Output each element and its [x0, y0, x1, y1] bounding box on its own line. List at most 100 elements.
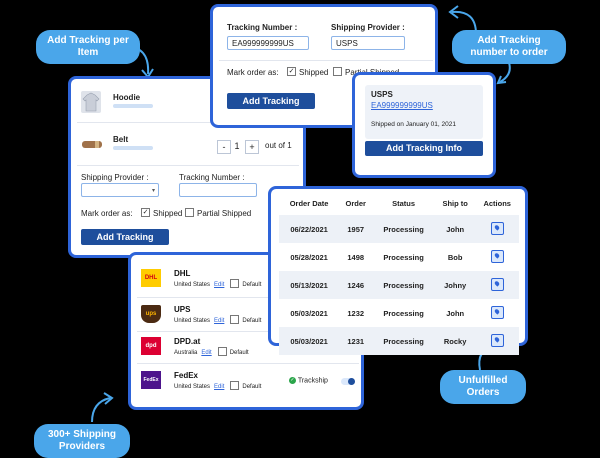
column-header: Order: [345, 198, 366, 208]
provider-row-fedex[interactable]: FedEx FedEx United States Edit Default ✓ T…: [141, 371, 361, 393]
divider: [77, 165, 299, 166]
column-header: Order Date: [289, 198, 329, 208]
tracking-info-panel: USPS EA999999999US Shipped on January 01…: [352, 72, 496, 178]
provider-name: FedEx: [174, 371, 199, 380]
table-row[interactable]: 05/28/2021 1498 Processing Bob: [279, 243, 519, 271]
table-row[interactable]: 05/03/2021 1232 Processing John: [279, 299, 519, 327]
ship-to: Johny: [434, 271, 476, 299]
provider-country: United States: [174, 282, 211, 289]
add-tracking-info-button[interactable]: Add Tracking Info: [365, 141, 483, 156]
shipped-checkbox[interactable]: ✓ Shipped: [287, 67, 329, 77]
divider: [219, 60, 433, 61]
ship-to: Bob: [447, 252, 463, 262]
arrow-icon: [91, 392, 114, 423]
order-date: 05/28/2021: [290, 252, 328, 262]
provider-meta: United States Edit Default: [174, 381, 261, 391]
shipping-provider-select[interactable]: ▾: [81, 183, 159, 197]
edit-link[interactable]: Edit: [214, 384, 224, 390]
location-pin-icon[interactable]: [490, 305, 504, 319]
checkbox-empty-icon: [333, 67, 342, 77]
edit-link[interactable]: Edit: [214, 282, 224, 288]
location-pin-icon[interactable]: [490, 249, 504, 263]
arrow-icon: [448, 5, 477, 35]
qty-minus-button[interactable]: -: [217, 140, 231, 154]
check-circle-icon: ✓: [289, 377, 296, 384]
location-pin-icon[interactable]: [490, 333, 504, 347]
edit-link[interactable]: Edit: [201, 350, 211, 356]
item-name: Belt: [113, 135, 129, 144]
default-label: Default: [242, 318, 262, 325]
ship-to: John: [434, 215, 476, 243]
default-label: Default: [229, 350, 249, 357]
checkbox-empty-icon: [185, 208, 194, 218]
location-pin-icon[interactable]: [490, 277, 504, 291]
trackship-toggle[interactable]: [341, 378, 355, 385]
shipped-checkbox[interactable]: ✓ Shipped: [141, 208, 183, 218]
provider-country: United States: [174, 318, 211, 325]
default-checkbox[interactable]: Default: [230, 381, 261, 390]
tracking-link[interactable]: EA999999999US: [371, 101, 433, 110]
ship-to: John: [446, 308, 465, 318]
provider-meta: United States Edit Default: [174, 315, 262, 325]
default-label: Default: [242, 282, 262, 289]
provider-country: Australia: [174, 350, 198, 357]
checkbox-empty-icon: [230, 315, 240, 324]
shipping-provider-label: Shipping Provider :: [81, 173, 149, 182]
order-number[interactable]: 1232: [339, 299, 372, 327]
provider-meta: United States Edit Default: [174, 279, 262, 289]
shipping-provider-input[interactable]: USPS: [331, 36, 405, 50]
order-status: Processing: [383, 252, 424, 262]
column-header: Ship to: [442, 198, 468, 208]
mark-order-label: Mark order as:: [81, 209, 133, 218]
shipping-provider-label: Shipping Provider :: [331, 23, 405, 32]
order-status: Processing: [372, 271, 435, 299]
table-row[interactable]: 05/13/2021 1246 Processing Johny: [279, 271, 519, 299]
table-row[interactable]: 06/22/2021 1957 Processing John: [279, 215, 519, 243]
checkbox-empty-icon: [230, 381, 240, 390]
column-header: Actions: [483, 198, 511, 208]
provider-name: UPS: [174, 305, 191, 314]
provider-country: United States: [174, 384, 211, 391]
shipped-label: Shipped: [299, 68, 329, 77]
actions-cell: [475, 243, 519, 271]
item-subtitle-placeholder: [113, 146, 153, 150]
location-pin-icon[interactable]: [490, 221, 504, 235]
default-checkbox[interactable]: Default: [230, 315, 262, 325]
actions-cell: [475, 299, 519, 327]
fedex-logo-icon: FedEx: [141, 371, 161, 389]
add-tracking-button[interactable]: Add Tracking: [227, 93, 315, 109]
shipped-label: Shipped: [153, 209, 183, 218]
order-date: 05/03/2021: [279, 327, 340, 355]
partial-shipped-label: Partial Shipped: [197, 209, 252, 218]
check-icon: ✓: [141, 208, 150, 218]
default-checkbox[interactable]: Default: [217, 347, 249, 357]
default-checkbox[interactable]: Default: [230, 279, 262, 289]
item-subtitle-placeholder: [113, 104, 153, 108]
check-icon: ✓: [287, 67, 296, 77]
tracking-number-input[interactable]: EA999999999US: [227, 36, 309, 50]
order-number[interactable]: 1231: [339, 327, 373, 355]
qty-value[interactable]: 1: [232, 141, 242, 151]
order-number[interactable]: 1246: [339, 271, 373, 299]
divider: [137, 363, 359, 364]
actions-cell: [475, 327, 519, 355]
edit-link[interactable]: Edit: [214, 318, 224, 324]
provider-name: USPS: [371, 90, 393, 99]
mark-order-label: Mark order as:: [227, 68, 279, 77]
tracking-number-label: Tracking Number :: [227, 23, 298, 32]
provider-meta: Australia Edit Default: [174, 347, 249, 357]
belt-image: [81, 133, 103, 155]
table-row[interactable]: 05/03/2021 1231 Processing Rocky: [279, 327, 519, 355]
orders-table: Order Date Order Status Ship to Actions …: [279, 191, 519, 355]
tracking-number-input[interactable]: [179, 183, 257, 197]
add-tracking-button[interactable]: Add Tracking: [81, 229, 169, 245]
checkbox-empty-icon: [217, 347, 227, 356]
partial-shipped-checkbox[interactable]: Partial Shipped: [185, 208, 252, 218]
order-number[interactable]: 1498: [339, 243, 372, 271]
order-number[interactable]: 1957: [339, 215, 373, 243]
actions-cell: [475, 215, 519, 243]
tracking-number-label: Tracking Number :: [179, 173, 245, 182]
order-status: Processing: [372, 327, 435, 355]
qty-plus-button[interactable]: +: [245, 140, 259, 154]
item-name: Hoodie: [113, 93, 141, 102]
